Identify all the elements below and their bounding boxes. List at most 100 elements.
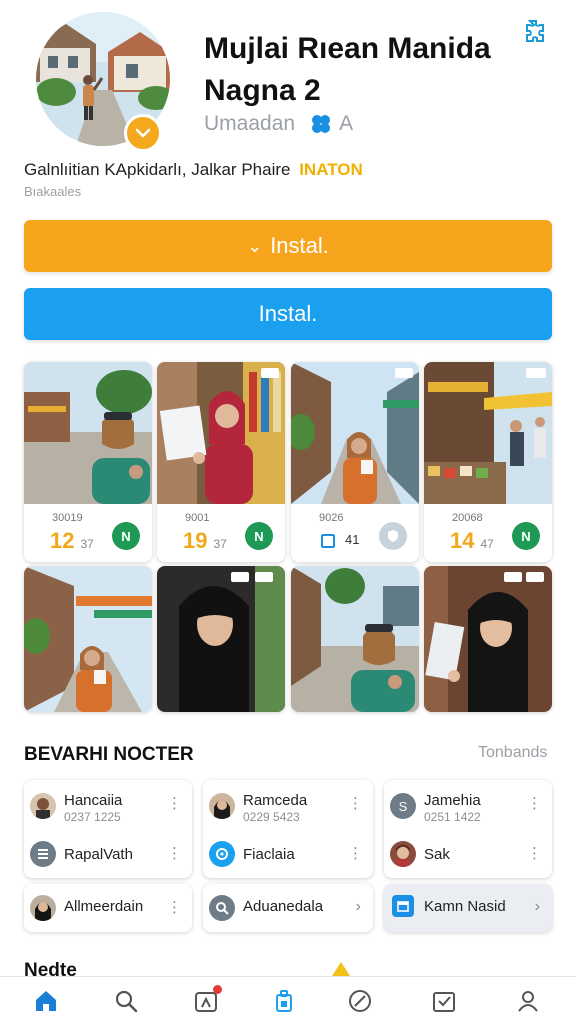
verified-badge[interactable] — [124, 114, 162, 152]
app-title: Mujlai Rıean Manida Nagna 2 — [204, 32, 491, 107]
contact-row[interactable]: Ramceda 0229 5423 ⋮ — [203, 784, 373, 828]
more-vert-icon[interactable]: ⋮ — [167, 900, 182, 915]
contact-card: Hancaiia 0237 1225 ⋮ RapalVath ⋮ — [24, 780, 192, 878]
square-icon — [321, 534, 335, 548]
card-action-button[interactable]: N — [512, 522, 540, 550]
card-small-value: 9026 — [319, 512, 344, 524]
gallery-card[interactable]: 9026 41 — [291, 362, 419, 562]
gallery-card[interactable] — [157, 566, 285, 712]
avatar: S — [390, 793, 416, 819]
app-header: Mujlai Rıean Manida Nagna 2 Umaadan A Ga… — [0, 0, 576, 210]
contact-row[interactable]: Fiaclaia ⋮ — [203, 832, 373, 876]
gallery-card-footer: 30019 12 37 N — [24, 504, 152, 562]
gallery-photo — [291, 362, 419, 504]
contact-phone: 0251 1422 — [424, 810, 481, 824]
search-icon — [115, 990, 138, 1013]
install-button-secondary-label: Instal. — [258, 301, 318, 326]
section-link[interactable]: Tonbands — [478, 744, 547, 762]
contact-card[interactable]: Aduanedala › — [203, 884, 373, 932]
install-button-secondary[interactable]: Instal. — [24, 288, 552, 340]
more-vert-icon[interactable]: ⋮ — [348, 846, 363, 861]
compass-icon — [349, 990, 371, 1012]
more-vert-icon[interactable]: ⋮ — [167, 796, 182, 811]
contact-name: Ramceda — [243, 792, 308, 809]
gallery-card[interactable]: 20068 14 47 N — [424, 362, 552, 562]
contact-row[interactable]: RapalVath ⋮ — [24, 832, 192, 876]
contact-card[interactable]: Allmeerdain ⋮ — [24, 884, 192, 932]
card-big-value: 12 37 — [50, 528, 94, 554]
contact-grid: Hancaiia 0237 1225 ⋮ RapalVath ⋮ Ramceda… — [24, 780, 552, 932]
contact-name: Fiaclaia — [243, 846, 295, 863]
card-minor-value: 37 — [80, 537, 94, 551]
card-action-button[interactable]: N — [245, 522, 273, 550]
contact-name: Aduanedala — [243, 898, 324, 915]
install-button-primary-label: Instal. — [270, 233, 329, 258]
gallery-photo — [24, 566, 152, 712]
gallery-photo — [157, 362, 285, 504]
contact-name: RapalVath — [64, 846, 133, 863]
app-meta-highlight[interactable]: INATON — [299, 160, 363, 179]
card-big-value: 14 47 — [450, 528, 494, 554]
avatar — [30, 895, 56, 921]
chevron-right-icon[interactable]: › — [356, 898, 361, 916]
chevron-right-icon[interactable]: › — [535, 898, 540, 916]
contact-row[interactable]: Hancaiia 0237 1225 ⋮ — [24, 784, 192, 828]
card-action-button[interactable] — [379, 522, 407, 550]
gallery-photo — [24, 362, 152, 504]
gallery-card[interactable] — [291, 566, 419, 712]
card-big-number: 14 — [450, 528, 475, 553]
more-vert-icon[interactable]: ⋮ — [167, 846, 182, 861]
document-icon — [30, 841, 56, 867]
contact-card-selected[interactable]: Kamn Nasid › — [384, 884, 552, 932]
more-vert-icon[interactable]: ⋮ — [348, 796, 363, 811]
notification-dot — [213, 985, 222, 994]
gallery-card[interactable]: 30019 12 37 N — [24, 362, 152, 562]
shield-icon — [388, 530, 398, 542]
contact-row[interactable]: Sak ⋮ — [384, 832, 552, 876]
contact-name: Kamn Nasid — [424, 898, 506, 915]
card-small-value: 9001 — [185, 512, 210, 524]
card-big-number: 12 — [50, 528, 75, 553]
gallery-card-footer: 20068 14 47 N — [424, 504, 552, 562]
contact-card: S Jamehia 0251 1422 ⋮ Sak ⋮ — [384, 780, 552, 878]
chevron-down-icon: ⌄ — [247, 235, 263, 256]
more-vert-icon[interactable]: ⋮ — [527, 846, 542, 861]
home-icon — [36, 991, 56, 1011]
more-vert-icon[interactable]: ⋮ — [527, 796, 542, 811]
card-action-button[interactable]: N — [112, 522, 140, 550]
search-icon — [209, 895, 235, 921]
publisher-name[interactable]: Umaadan — [204, 112, 295, 136]
calendar-icon — [392, 895, 414, 917]
app-meta-sub: Bıakaales — [24, 184, 82, 199]
nav-media[interactable] — [190, 985, 222, 1017]
avatar — [390, 841, 416, 867]
nav-search[interactable] — [110, 985, 142, 1017]
contact-row[interactable]: S Jamehia 0251 1422 ⋮ — [384, 784, 552, 828]
gear-puzzle-icon — [526, 20, 544, 42]
gallery-photo — [291, 566, 419, 712]
bottom-nav — [0, 976, 576, 1024]
gallery-card[interactable] — [24, 566, 152, 712]
gallery-card-footer: 9001 19 37 N — [157, 504, 285, 562]
nav-downloads[interactable] — [428, 985, 460, 1017]
nav-bag[interactable] — [268, 985, 300, 1017]
card-minor-value: 37 — [213, 537, 227, 551]
nav-home[interactable] — [30, 985, 62, 1017]
publisher-row: Umaadan A — [204, 112, 353, 136]
install-button-primary[interactable]: ⌄ Instal. — [24, 220, 552, 272]
nav-profile[interactable] — [512, 985, 544, 1017]
card-small-value: 30019 — [52, 512, 83, 524]
app-meta-line: Galnlıitian KApkidarlı, Jalkar Phaire IN… — [24, 160, 363, 180]
card-count: 41 — [345, 532, 360, 547]
gallery-card[interactable] — [424, 566, 552, 712]
screenshot-gallery: 30019 12 37 N 9001 19 37 N 9026 41 20068… — [24, 362, 552, 712]
gallery-card[interactable]: 9001 19 37 N — [157, 362, 285, 562]
rating-chip: A — [309, 112, 353, 136]
settings-button[interactable] — [518, 16, 548, 46]
nav-compass[interactable] — [344, 985, 376, 1017]
card-big-number: 19 — [183, 528, 208, 553]
gallery-photo — [424, 362, 552, 504]
avatar — [30, 793, 56, 819]
warning-icon — [332, 962, 350, 976]
contact-phone: 0237 1225 — [64, 810, 121, 824]
